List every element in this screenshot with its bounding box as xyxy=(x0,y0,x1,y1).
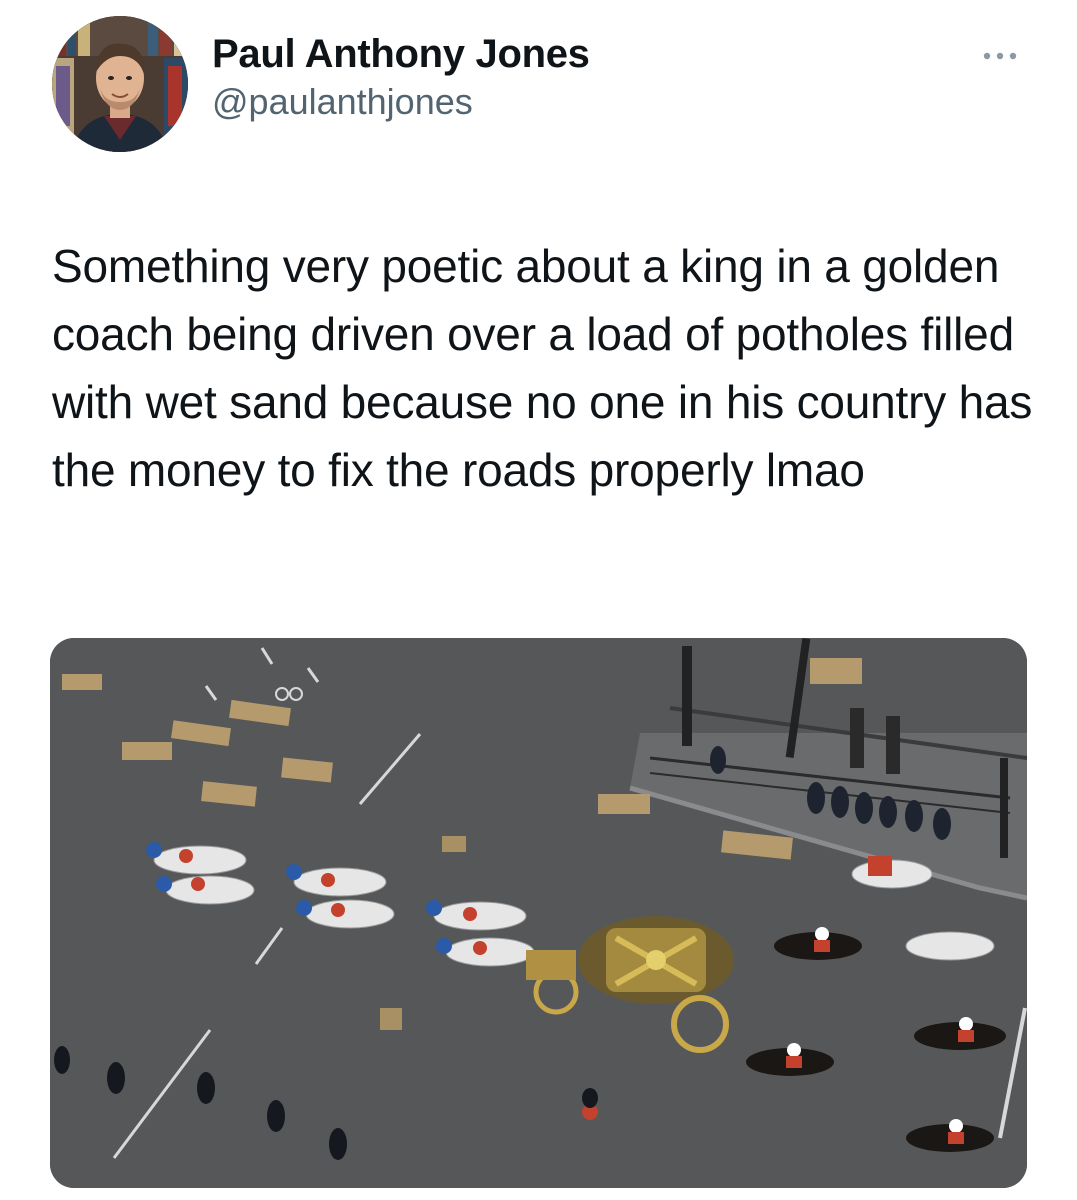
avatar-photo xyxy=(52,16,188,152)
more-options-button[interactable] xyxy=(975,36,1025,76)
procession-photo xyxy=(50,638,1027,1188)
author-handle[interactable]: @paulanthjones xyxy=(212,80,590,124)
tweet: Paul Anthony Jones @paulanthjones Someth… xyxy=(0,0,1077,1200)
author-block: Paul Anthony Jones @paulanthjones xyxy=(212,30,590,124)
avatar[interactable] xyxy=(52,16,188,152)
tweet-text: Something very poetic about a king in a … xyxy=(52,240,1033,496)
author-display-name[interactable]: Paul Anthony Jones xyxy=(212,30,590,78)
tweet-media-photo[interactable] xyxy=(50,638,1027,1188)
more-horizontal-icon xyxy=(983,52,1017,60)
